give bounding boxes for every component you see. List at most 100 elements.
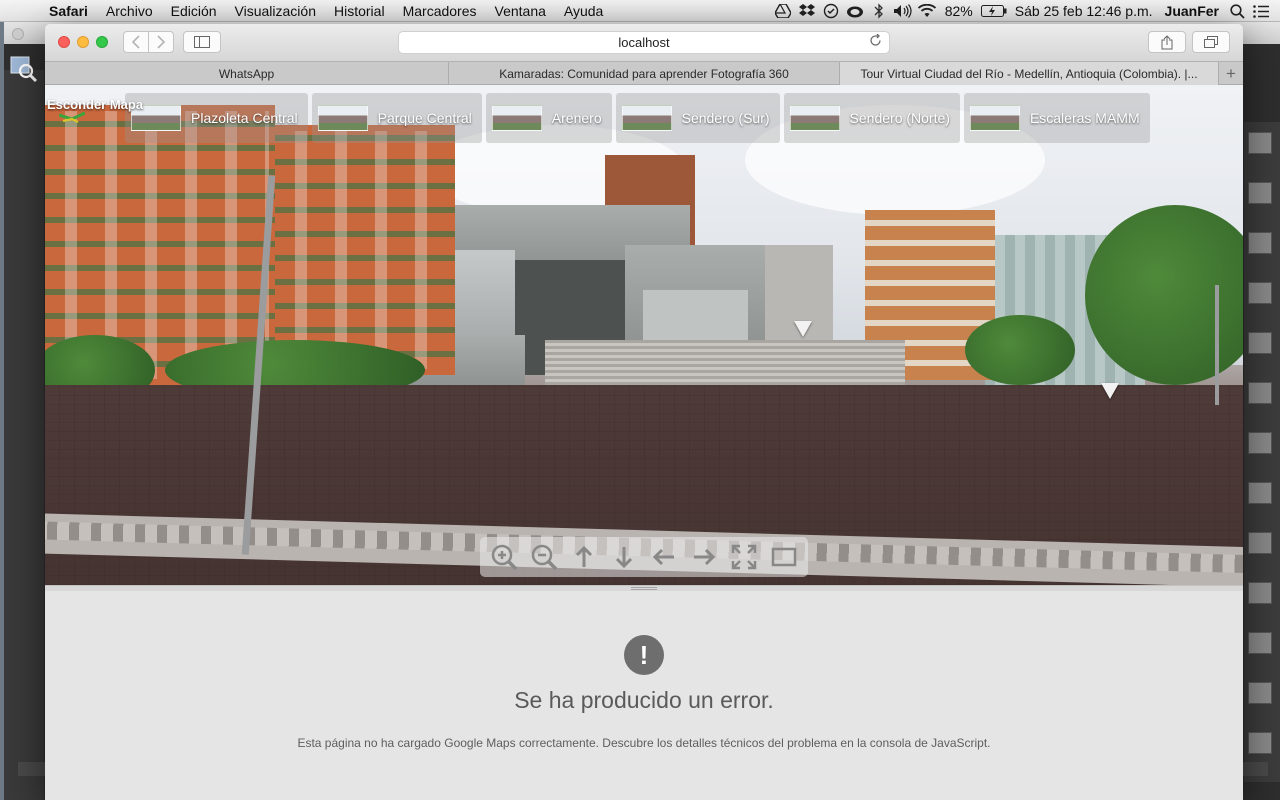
- panel-row: [1248, 382, 1272, 404]
- google-drive-icon[interactable]: [772, 0, 794, 22]
- safari-window: localhost WhatsApp Kamaradas: Comunidad …: [45, 24, 1243, 800]
- menu-ayuda[interactable]: Ayuda: [555, 3, 612, 19]
- hide-map-link[interactable]: Esconder Mapa: [47, 97, 143, 112]
- resize-grip-icon[interactable]: [631, 587, 657, 590]
- share-button[interactable]: [1148, 31, 1186, 53]
- panorama-viewer[interactable]: Esconder Mapa Plazoleta Central Parque C…: [45, 85, 1243, 585]
- new-tab-button[interactable]: +: [1219, 62, 1243, 85]
- scene-escaleras-mamm[interactable]: Escaleras MAMM: [963, 93, 1150, 143]
- scene-thumbnails: Plazoleta Central Parque Central Arenero…: [125, 93, 1150, 143]
- close-window-button[interactable]: [58, 36, 70, 48]
- tree: [965, 315, 1075, 385]
- dropbox-icon[interactable]: [796, 0, 818, 22]
- panel-row: [1248, 632, 1272, 654]
- panel-row: [1248, 682, 1272, 704]
- scene-parque-central[interactable]: Parque Central: [311, 93, 482, 143]
- arrow-left-icon[interactable]: [648, 541, 680, 573]
- spotlight-icon[interactable]: [1226, 0, 1248, 22]
- menu-visualizacion[interactable]: Visualización: [226, 3, 325, 19]
- window-icon[interactable]: [768, 541, 800, 573]
- menu-historial[interactable]: Historial: [325, 3, 394, 19]
- tab-tour-virtual[interactable]: Tour Virtual Ciudad del Río - Medellín, …: [840, 62, 1219, 85]
- background-close-icon[interactable]: [12, 28, 24, 40]
- scene-thumbnail-image: [317, 105, 368, 131]
- hotspot-arrow-icon[interactable]: [1101, 383, 1119, 399]
- menu-edicion[interactable]: Edición: [162, 3, 226, 19]
- address-bar[interactable]: localhost: [398, 31, 890, 54]
- panel-row: [1248, 282, 1272, 304]
- tab-kamaradas[interactable]: Kamaradas: Comunidad para aprender Fotog…: [449, 62, 840, 85]
- zoom-in-icon[interactable]: [488, 541, 520, 573]
- scene-thumbnail-image: [789, 105, 840, 131]
- sidebar-icon: [194, 36, 210, 48]
- menu-marcadores[interactable]: Marcadores: [394, 3, 486, 19]
- scene-label: Escaleras MAMM: [1029, 110, 1140, 126]
- menu-ventana[interactable]: Ventana: [486, 3, 555, 19]
- museum-stairs: [545, 340, 905, 388]
- scene-label: Arenero: [551, 110, 602, 126]
- notification-center-icon[interactable]: [1250, 0, 1272, 22]
- panel-row: [1248, 482, 1272, 504]
- museum-door-panel: [643, 290, 748, 345]
- scene-arenero[interactable]: Arenero: [485, 93, 612, 143]
- arrow-down-icon[interactable]: [608, 541, 640, 573]
- tab-label: Kamaradas: Comunidad para aprender Fotog…: [499, 66, 789, 81]
- checkbox-icon[interactable]: [820, 0, 842, 22]
- map-logo-icon: [59, 111, 85, 123]
- sidebar-button[interactable]: [183, 31, 221, 53]
- creative-cloud-icon[interactable]: [844, 0, 866, 22]
- panel-row: [1248, 132, 1272, 154]
- search-tool-icon[interactable]: [8, 54, 40, 84]
- minimize-window-button[interactable]: [77, 36, 89, 48]
- arrow-right-icon[interactable]: [688, 541, 720, 573]
- clock[interactable]: Sáb 25 feb 12:46 p.m.: [1009, 3, 1159, 19]
- panel-row: [1248, 732, 1272, 754]
- battery-percent: 82%: [944, 3, 973, 19]
- scene-thumbnail-image: [621, 105, 672, 131]
- zoom-window-button[interactable]: [96, 36, 108, 48]
- tab-bar: WhatsApp Kamaradas: Comunidad para apren…: [45, 61, 1243, 85]
- reload-icon[interactable]: [869, 33, 882, 50]
- scene-sendero-sur[interactable]: Sendero (Sur): [615, 93, 780, 143]
- fullscreen-icon[interactable]: [728, 541, 760, 573]
- forward-button[interactable]: [148, 31, 174, 53]
- tab-label: WhatsApp: [218, 66, 275, 81]
- error-title: Se ha producido un error.: [514, 687, 774, 713]
- tab-whatsapp[interactable]: WhatsApp: [45, 62, 449, 85]
- chevron-right-icon: [157, 35, 166, 49]
- panel-row: [1248, 532, 1272, 554]
- bluetooth-icon[interactable]: [868, 0, 890, 22]
- lamp-pole: [1215, 285, 1219, 405]
- scene-label: Plazoleta Central: [191, 110, 298, 126]
- tab-label: Tour Virtual Ciudad del Río - Medellín, …: [860, 66, 1198, 81]
- wifi-icon[interactable]: [916, 0, 938, 22]
- brick-tower-right: [275, 125, 455, 375]
- arrow-up-icon[interactable]: [568, 541, 600, 573]
- scene-label: Sendero (Norte): [849, 110, 950, 126]
- scene-label: Parque Central: [377, 110, 472, 126]
- user-name[interactable]: JuanFer: [1159, 3, 1225, 19]
- scene-thumbnail-image: [491, 105, 542, 131]
- volume-icon[interactable]: [892, 0, 914, 22]
- panel-row: [1248, 182, 1272, 204]
- panel-row: [1248, 332, 1272, 354]
- address-text: localhost: [618, 35, 670, 50]
- zoom-out-icon[interactable]: [528, 541, 560, 573]
- battery-icon[interactable]: [980, 0, 1008, 22]
- panel-row: [1248, 582, 1272, 604]
- panel-row: [1248, 432, 1272, 454]
- scene-plazoleta-central[interactable]: Plazoleta Central: [125, 93, 308, 143]
- menu-app-name[interactable]: Safari: [40, 3, 97, 19]
- panel-row: [1248, 232, 1272, 254]
- scene-thumbnail-image: [969, 105, 1020, 131]
- menu-archivo[interactable]: Archivo: [97, 3, 162, 19]
- map-panel: ! Se ha producido un error. Esta página …: [45, 591, 1243, 800]
- scene-sendero-norte[interactable]: Sendero (Norte): [783, 93, 960, 143]
- browser-toolbar: localhost: [45, 24, 1243, 61]
- scene-label: Sendero (Sur): [681, 110, 770, 126]
- hotspot-arrow-icon[interactable]: [794, 321, 812, 337]
- tabs-overview-button[interactable]: [1192, 31, 1230, 53]
- share-icon: [1161, 34, 1173, 49]
- back-button[interactable]: [123, 31, 149, 53]
- background-left-panel: [4, 70, 44, 800]
